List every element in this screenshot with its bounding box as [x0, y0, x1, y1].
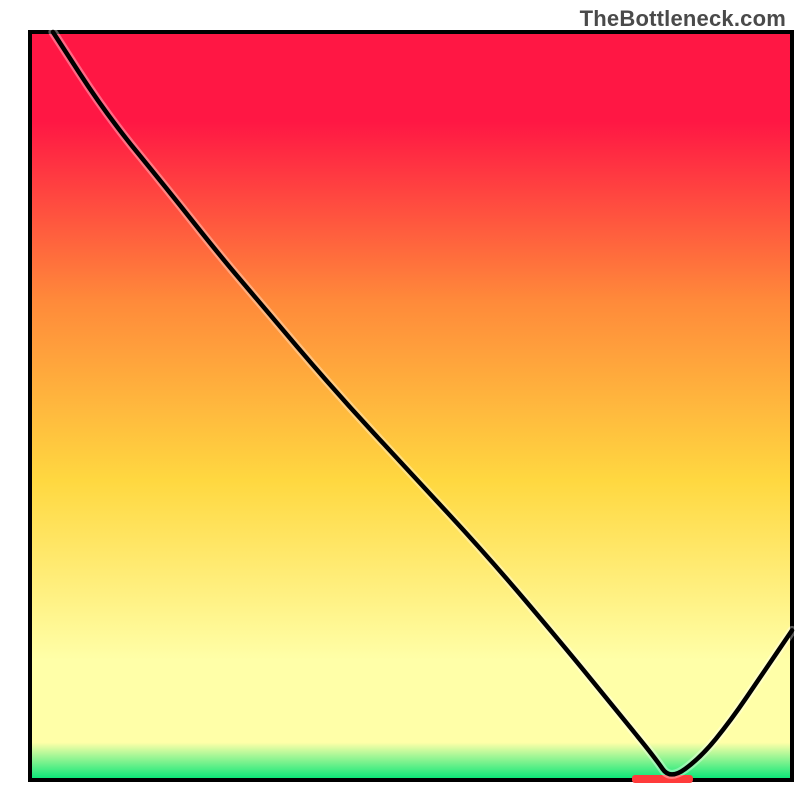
chart-background-gradient: [30, 32, 792, 780]
site-watermark: TheBottleneck.com: [580, 6, 786, 32]
bottleneck-chart: [0, 0, 800, 800]
chart-stage: TheBottleneck.com: [0, 0, 800, 800]
curve-minimum-marker: [632, 775, 693, 783]
